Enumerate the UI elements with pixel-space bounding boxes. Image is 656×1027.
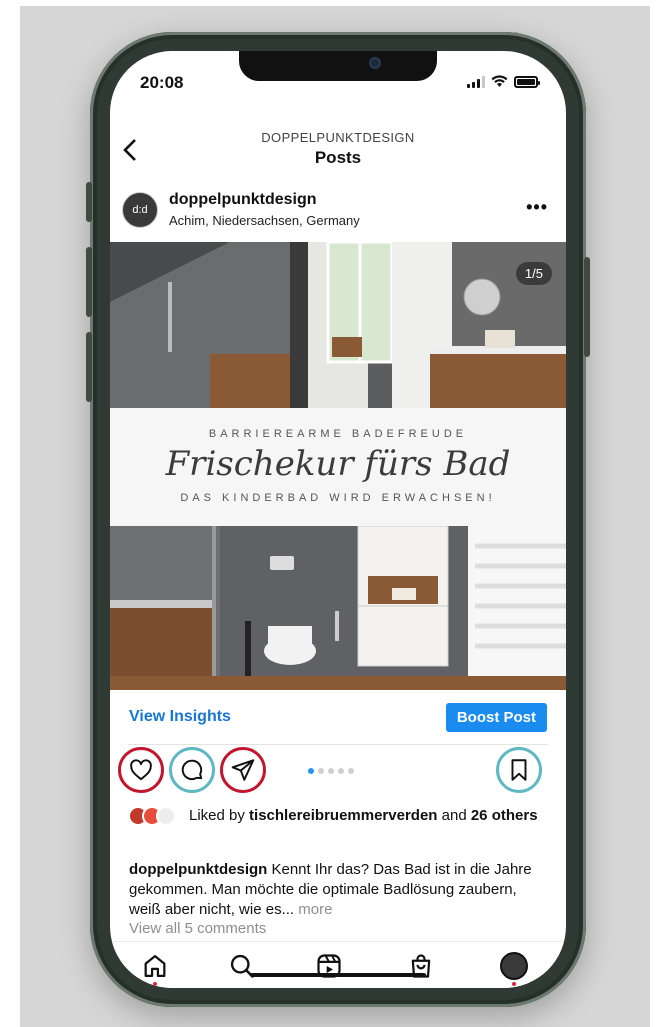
liked-user-link[interactable]: tischlereibruemmerverden <box>249 807 437 824</box>
volume-down-button <box>86 332 92 402</box>
share-button[interactable] <box>220 747 266 793</box>
view-insights-link[interactable]: View Insights <box>129 708 231 726</box>
volume-up-button <box>86 247 92 317</box>
home-icon[interactable] <box>141 952 169 980</box>
post-location[interactable]: Achim, Niedersachsen, Germany <box>169 213 360 228</box>
heart-icon <box>130 759 152 781</box>
battery-icon <box>514 75 540 88</box>
more-horizontal-icon[interactable]: ••• <box>526 197 548 218</box>
banner-subtitle: BARRIEREARME BADEFREUDE <box>208 428 468 440</box>
save-button[interactable] <box>496 747 542 793</box>
profile-avatar[interactable] <box>500 952 528 980</box>
banner-title: Frischekur fürs Bad <box>165 444 511 484</box>
bottom-nav <box>110 941 566 988</box>
bookmark-icon <box>511 759 527 781</box>
wifi-icon <box>491 75 508 87</box>
home-indicator <box>250 973 426 977</box>
notch <box>239 51 437 81</box>
divider <box>128 744 548 745</box>
caption-username[interactable]: doppelpunktdesign <box>129 861 267 878</box>
carousel-dot <box>328 768 334 774</box>
post-username[interactable]: doppelpunktdesign <box>169 191 317 209</box>
bathroom-photo-bottom <box>110 526 566 690</box>
carousel-indicator <box>308 768 354 774</box>
post-avatar[interactable]: d:d <box>122 192 158 228</box>
power-button <box>584 257 590 357</box>
carousel-dot <box>318 768 324 774</box>
phone-frame: 20:08 DOPPELPUNKTDESIGN Posts d:d doppel… <box>86 32 590 1007</box>
carousel-dot <box>348 768 354 774</box>
comment-button[interactable] <box>169 747 215 793</box>
notification-dot <box>153 982 157 986</box>
bathroom-photo-top <box>110 242 566 408</box>
phone-screen: 20:08 DOPPELPUNKTDESIGN Posts d:d doppel… <box>110 51 566 988</box>
liked-count-link[interactable]: 26 others <box>471 807 538 824</box>
send-icon <box>231 759 255 781</box>
post-media[interactable]: BARRIEREARME BADEFREUDE Frischekur fürs … <box>110 242 566 690</box>
carousel-dot <box>308 768 314 774</box>
liker-avatar <box>156 806 176 826</box>
view-comments-link[interactable]: View all 5 comments <box>129 920 266 937</box>
carousel-dot <box>338 768 344 774</box>
like-button[interactable] <box>118 747 164 793</box>
caption-more-link[interactable]: more <box>294 901 332 918</box>
status-icons <box>467 75 540 88</box>
media-counter-badge: 1/5 <box>515 262 552 285</box>
comment-icon <box>181 759 203 781</box>
liked-prefix: Liked by <box>189 807 250 824</box>
post-caption: doppelpunktdesign Kennt Ihr das? Das Bad… <box>129 860 549 920</box>
header-username: DOPPELPUNKTDESIGN <box>261 130 415 145</box>
notification-dot <box>512 982 516 986</box>
title-banner: BARRIEREARME BADEFREUDE Frischekur fürs … <box>110 408 566 526</box>
liked-by-text[interactable]: Liked by tischlereibruemmerverden and 26… <box>189 806 549 825</box>
banner-tagline: DAS KINDERBAD WIRD ERWACHSEN! <box>180 492 496 504</box>
page-title: Posts <box>314 148 362 167</box>
liked-by-avatars[interactable] <box>128 806 176 826</box>
mute-switch <box>86 182 92 222</box>
boost-post-button[interactable]: Boost Post <box>445 703 547 732</box>
liked-middle: and <box>437 807 471 824</box>
camera-icon <box>369 57 381 69</box>
status-time: 20:08 <box>140 73 184 92</box>
signal-icon <box>467 75 485 88</box>
